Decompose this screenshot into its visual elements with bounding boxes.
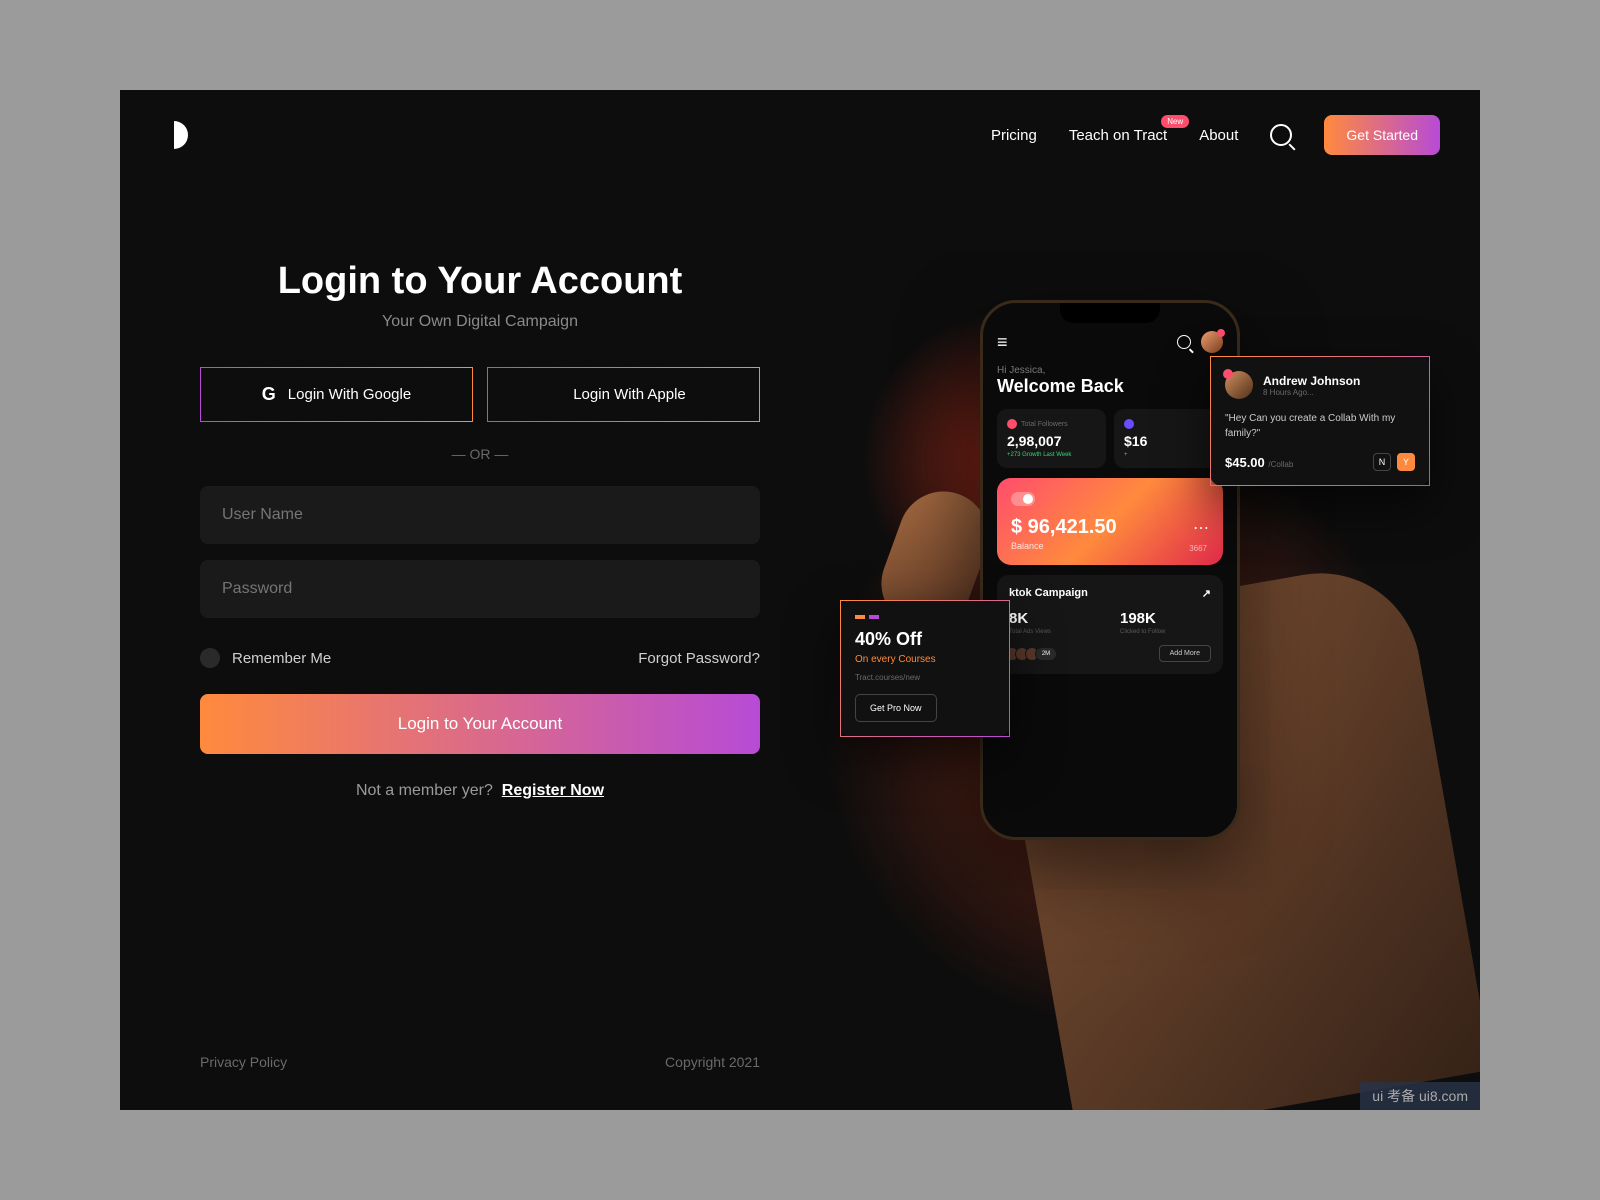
password-input[interactable] — [200, 560, 760, 618]
copyright: Copyright 2021 — [665, 1054, 760, 1070]
add-more-button: Add More — [1159, 645, 1211, 662]
username-input[interactable] — [200, 486, 760, 544]
login-apple-button[interactable]: Login With Apple — [487, 367, 760, 422]
greeting: Hi Jessica, — [997, 365, 1223, 376]
logo-icon — [160, 121, 188, 149]
promo-card: 40% Off On every Courses Tract.courses/n… — [840, 600, 1010, 737]
page-title: Login to Your Account — [200, 260, 760, 303]
login-submit-button[interactable]: Login to Your Account — [200, 694, 760, 754]
nav-teach[interactable]: Teach on TractNew — [1069, 127, 1167, 144]
page-subtitle: Your Own Digital Campaign — [200, 313, 760, 331]
privacy-link[interactable]: Privacy Policy — [200, 1054, 287, 1070]
avatar — [1201, 331, 1223, 353]
get-started-button[interactable]: Get Started — [1324, 115, 1440, 155]
arrow-icon: ↗ — [1202, 587, 1211, 600]
register-link[interactable]: Register Now — [502, 782, 604, 799]
avatar-group: 2M — [1009, 647, 1057, 661]
new-badge: New — [1161, 115, 1189, 128]
register-prompt: Not a member yer? Register Now — [200, 782, 760, 800]
header: Pricing Teach on TractNew About Get Star… — [120, 90, 1480, 180]
search-icon — [1177, 335, 1191, 349]
get-pro-button: Get Pro Now — [855, 694, 937, 722]
checkbox-icon[interactable] — [200, 648, 220, 668]
balance-card: $ 96,421.50 Balance ⋯ 3667 — [997, 478, 1223, 565]
hero-illustration: ≡ Hi Jessica, Welcome Back Total Followe… — [850, 290, 1410, 990]
forgot-password-link[interactable]: Forgot Password? — [638, 650, 760, 667]
avatar — [1225, 371, 1253, 399]
stat-card: $16 + — [1114, 409, 1223, 468]
remember-me[interactable]: Remember Me — [200, 648, 331, 668]
campaign-card: ktok Campaign↗ 8KTotal Ads Views 198KCli… — [997, 575, 1223, 674]
nav-pricing[interactable]: Pricing — [991, 127, 1037, 144]
phone-mockup: ≡ Hi Jessica, Welcome Back Total Followe… — [980, 300, 1240, 840]
stat-card: Total Followers 2,98,007 +273 Growth Las… — [997, 409, 1106, 468]
toggle-icon — [1011, 492, 1035, 506]
message-card: Andrew Johnson 8 Hours Ago... "Hey Can y… — [1210, 356, 1430, 486]
reject-button: N — [1373, 453, 1391, 471]
accept-button: Y — [1397, 453, 1415, 471]
welcome-title: Welcome Back — [997, 376, 1223, 397]
login-google-button[interactable]: G Login With Google — [200, 367, 473, 422]
or-divider: — OR — — [200, 446, 760, 462]
watermark: ui 考备 ui8.com — [1360, 1082, 1480, 1110]
google-icon: G — [262, 384, 276, 405]
menu-icon: ≡ — [997, 332, 1008, 353]
nav-about[interactable]: About — [1199, 127, 1238, 144]
search-icon[interactable] — [1270, 124, 1292, 146]
